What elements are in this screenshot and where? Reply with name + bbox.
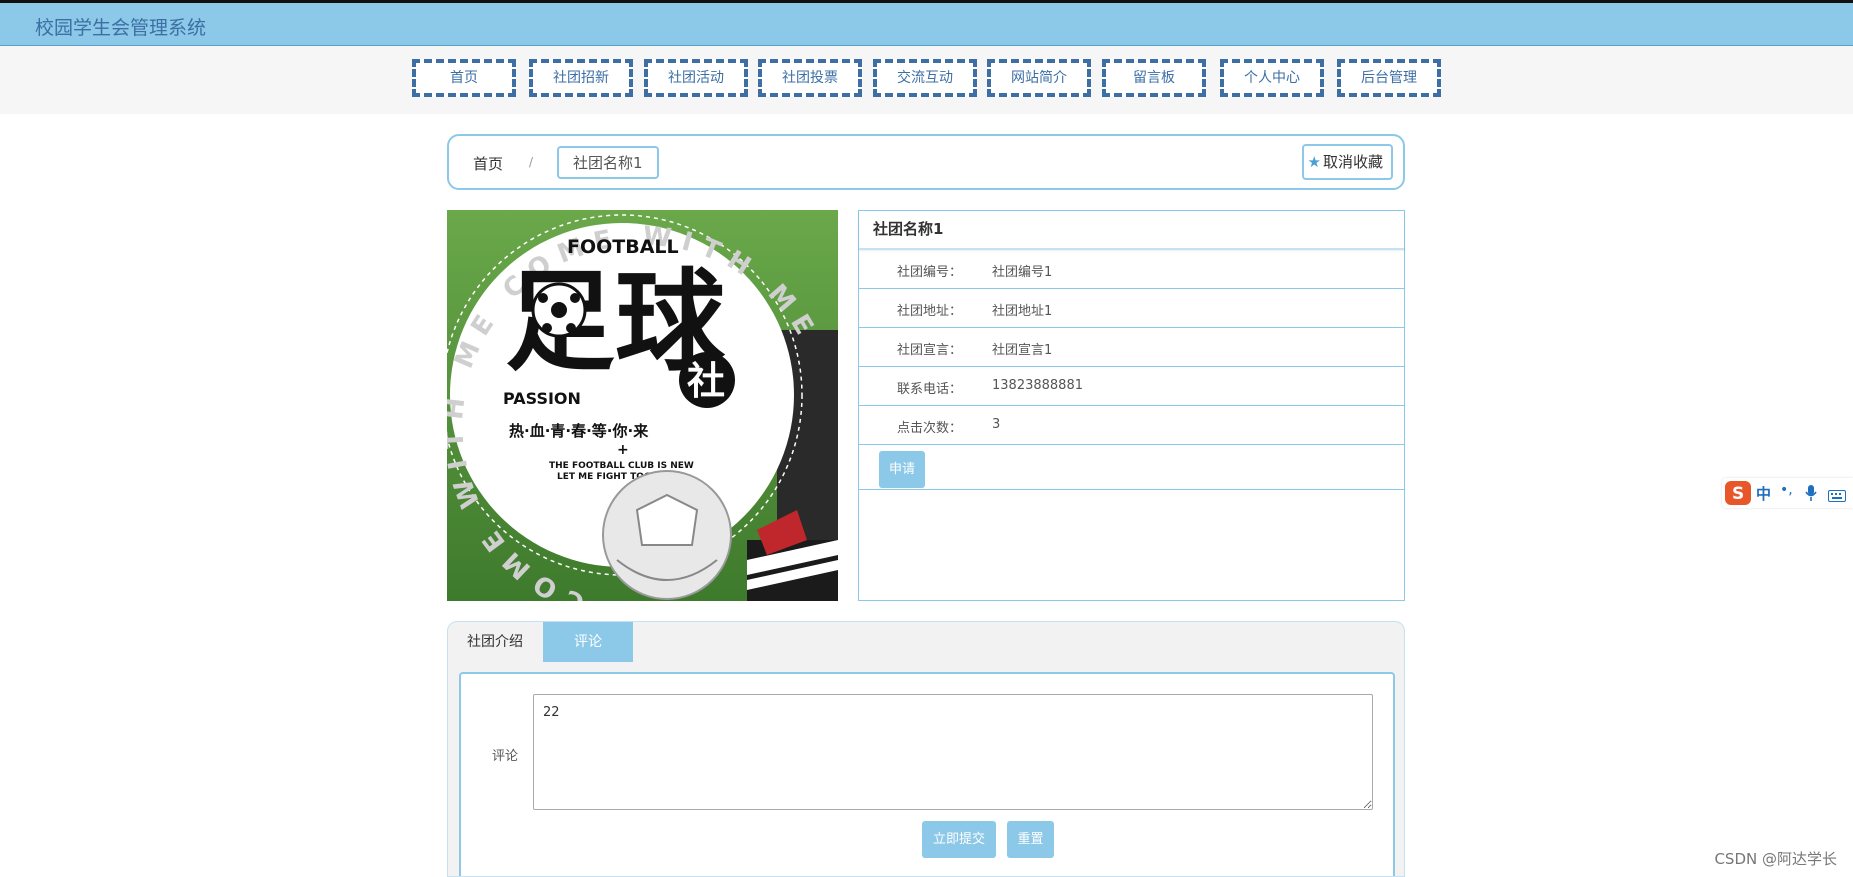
poster-badge: 社 [687,359,725,403]
microphone-icon[interactable] [1804,484,1818,506]
apply-button[interactable]: 申请 [879,451,925,488]
comment-textarea[interactable]: 22 [533,694,1373,810]
field-label: 联系电话： [897,382,963,397]
poster-title-en: FOOTBALL [567,236,679,258]
field-value: 3 [992,417,1001,432]
sogou-logo-icon[interactable]: S [1724,480,1752,510]
club-info-row: 社团编号： 社团编号1 [859,250,1404,289]
field-value: 13823888881 [992,378,1083,393]
keyboard-icon[interactable] [1828,487,1846,506]
tab-comment[interactable]: 评论 [543,622,633,662]
field-value: 社团地址1 [992,304,1053,319]
app-title: 校园学生会管理系统 [35,17,207,39]
nav-item-about[interactable]: 网站简介 [987,59,1091,97]
nav-item-admin[interactable]: 后台管理 [1337,59,1441,97]
unfavorite-button[interactable]: ★ 取消收藏 [1301,144,1393,180]
breadcrumb-current: 社团名称1 [557,146,659,179]
poster-passion: PASSION [503,389,581,408]
poster-plus: + [617,442,629,458]
field-label: 社团地址： [897,304,963,319]
nav-item-activities[interactable]: 社团活动 [644,59,748,97]
club-info-row: 点击次数： 3 [859,406,1404,445]
ime-chinese-mode[interactable]: 中 [1756,483,1771,504]
detail-tabs: 社团介绍 评论 评论 22 立即提交 重置 [447,621,1405,877]
field-label: 社团宣言： [897,343,963,358]
top-bar: 校园学生会管理系统 [0,0,1853,46]
comment-form: 评论 22 立即提交 重置 [459,672,1395,876]
field-label: 点击次数： [897,421,963,436]
submit-button[interactable]: 立即提交 [922,821,996,858]
club-name-heading: 社团名称1 [859,211,1404,250]
nav-item-home[interactable]: 首页 [412,59,516,97]
breadcrumb-separator: / [529,155,534,169]
club-info-row: 社团地址： 社团地址1 [859,289,1404,328]
comment-label: 评论 [492,749,519,764]
nav-item-messages[interactable]: 留言板 [1102,59,1206,97]
breadcrumb: 首页 / 社团名称1 ★ 取消收藏 [447,134,1405,190]
field-label: 社团编号： [897,265,963,280]
nav-item-vote[interactable]: 社团投票 [758,59,862,97]
main-nav: 首页 社团招新 社团活动 社团投票 交流互动 网站简介 留言板 个人中心 后台管… [0,46,1853,114]
nav-item-exchange[interactable]: 交流互动 [873,59,977,97]
tab-club-intro[interactable]: 社团介绍 [448,622,542,662]
ime-punctuation[interactable]: •, [1780,482,1793,498]
club-poster-image: COME WITH ME COME WITH ME FOOTBALL 足球 社 … [447,210,838,601]
unfavorite-label: 取消收藏 [1322,153,1383,171]
reset-button[interactable]: 重置 [1007,821,1054,858]
poster-tagline-1: THE FOOTBALL CLUB IS NEW [549,461,694,471]
ime-toolbar: S 中 •, [1722,478,1853,508]
field-value: 社团宣言1 [992,343,1053,358]
club-info-panel: 社团名称1 社团编号： 社团编号1 社团地址： 社团地址1 社团宣言： 社团宣言… [858,210,1405,601]
breadcrumb-home-link[interactable]: 首页 [473,153,503,174]
csdn-watermark: CSDN @阿达学长 [1714,850,1837,868]
field-value: 社团编号1 [992,265,1053,280]
club-info-row: 社团宣言： 社团宣言1 [859,328,1404,367]
poster-slogan: 热·血·青·春·等·你·来 [509,422,649,440]
svg-text:S: S [1732,484,1744,504]
star-icon: ★ [1307,153,1321,171]
apply-row: 申请 [859,445,1404,490]
nav-item-recruit[interactable]: 社团招新 [529,59,633,97]
nav-item-profile[interactable]: 个人中心 [1220,59,1324,97]
club-info-row: 联系电话： 13823888881 [859,367,1404,406]
